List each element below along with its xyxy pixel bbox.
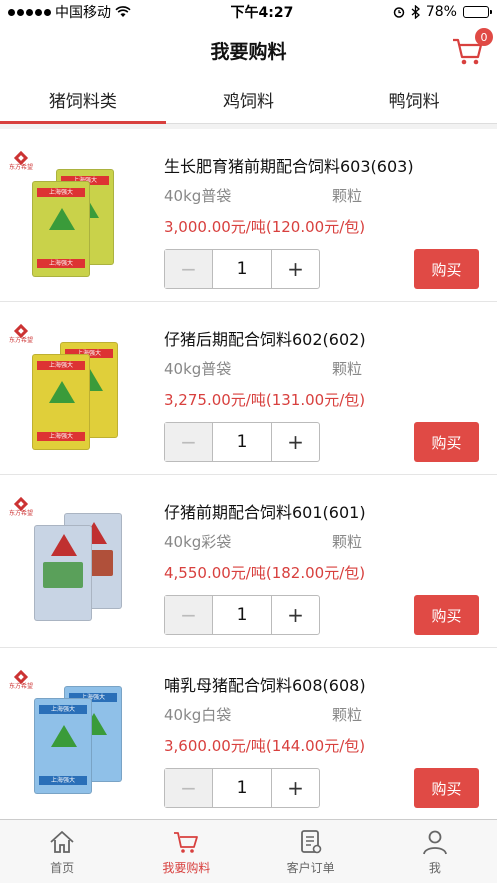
brand-logo: 东方希望 xyxy=(8,496,34,517)
buy-button[interactable]: 购买 xyxy=(414,249,479,289)
cart-icon xyxy=(174,831,199,853)
product-info: 生长肥育猪前期配合饲料603(603) 40kg普袋 颗粒 3,000.00元/… xyxy=(164,129,479,301)
quantity-input[interactable]: 1 xyxy=(213,423,271,461)
product-spec: 40kg彩袋 xyxy=(164,533,232,551)
tab-chicken-feed[interactable]: 鸡饲料 xyxy=(166,76,332,123)
product-spec: 40kg普袋 xyxy=(164,187,232,205)
status-left: 中国移动 xyxy=(8,2,131,22)
product-info: 仔猪后期配合饲料602(602) 40kg普袋 颗粒 3,275.00元/吨(1… xyxy=(164,302,479,474)
product-card: 东方希望 仔猪前期配合饲料601(601) 40kg彩袋 颗粒 4,550.00… xyxy=(0,475,497,648)
tabbar-orders[interactable]: 客户订单 xyxy=(249,820,373,883)
status-right: 78% xyxy=(393,4,492,20)
alarm-icon xyxy=(393,7,405,18)
product-form: 颗粒 xyxy=(332,187,363,205)
increase-button[interactable]: + xyxy=(271,423,319,461)
product-form: 颗粒 xyxy=(332,706,363,724)
bottom-tab-bar: 首页 我要购料 客户订单 我 xyxy=(0,819,497,883)
nav-bar: 我要购料 0 xyxy=(0,24,497,76)
tabbar-me-label: 我 xyxy=(428,860,441,875)
product-image[interactable]: 东方希望 上海强大 上海强大上海强大 xyxy=(8,323,136,454)
tabbar-purchase-label: 我要购料 xyxy=(162,860,211,875)
product-spec: 40kg普袋 xyxy=(164,360,232,378)
bluetooth-icon xyxy=(411,5,420,19)
buy-button[interactable]: 购买 xyxy=(414,595,479,635)
product-card: 东方希望 上海强大 上海强大 上海强大 仔猪后期配合饲料602(602) 40kg… xyxy=(0,302,497,475)
tab-duck-feed[interactable]: 鸭饲料 xyxy=(331,76,497,123)
carrier-label: 中国移动 xyxy=(55,5,111,21)
product-form: 颗粒 xyxy=(332,360,363,378)
tabbar-me[interactable]: 我 xyxy=(373,820,497,883)
quantity-input[interactable]: 1 xyxy=(213,769,271,807)
quantity-input[interactable]: 1 xyxy=(213,250,271,288)
product-title[interactable]: 哺乳母猪配合饲料608(608) xyxy=(164,672,366,696)
decrease-button[interactable]: − xyxy=(165,423,213,461)
wifi-icon xyxy=(115,6,131,17)
battery-percent: 78% xyxy=(425,4,457,20)
decrease-button[interactable]: − xyxy=(165,596,213,634)
tab-pig-feed[interactable]: 猪饲料类 xyxy=(0,76,166,124)
feed-bag-front xyxy=(34,525,92,621)
feed-bag-front: 上海强大 上海强大 xyxy=(32,354,90,450)
product-image[interactable]: 东方希望 xyxy=(8,496,136,627)
feed-bag-front: 上海强大 上海强大 xyxy=(32,181,90,277)
product-info: 哺乳母猪配合饲料608(608) 40kg白袋 颗粒 3,600.00元/吨(1… xyxy=(164,648,479,819)
increase-button[interactable]: + xyxy=(271,250,319,288)
product-form: 颗粒 xyxy=(332,533,363,551)
brand-logo: 东方希望 xyxy=(8,323,34,344)
quantity-stepper: − 1 + xyxy=(164,768,320,808)
page-title: 我要购料 xyxy=(210,40,287,63)
increase-button[interactable]: + xyxy=(271,596,319,634)
product-title[interactable]: 生长肥育猪前期配合饲料603(603) xyxy=(164,153,414,177)
quantity-stepper: − 1 + xyxy=(164,595,320,635)
brand-logo: 东方希望 xyxy=(8,150,34,171)
decrease-button[interactable]: − xyxy=(165,250,213,288)
product-image[interactable]: 东方希望 上海强大 上海强大上海强大 xyxy=(8,669,136,800)
product-title[interactable]: 仔猪前期配合饲料601(601) xyxy=(164,499,366,523)
product-spec: 40kg白袋 xyxy=(164,706,232,724)
product-title[interactable]: 仔猪后期配合饲料602(602) xyxy=(164,326,366,350)
cart-button[interactable]: 0 xyxy=(451,28,493,70)
product-price: 3,275.00元/吨(131.00元/包) xyxy=(164,391,366,409)
product-list: 东方希望 上海强大 上海强大上海强大 生长肥育猪前期配合饲料603(603) 4… xyxy=(0,124,497,819)
tabbar-home[interactable]: 首页 xyxy=(0,820,124,883)
tabbar-purchase[interactable]: 我要购料 xyxy=(124,820,248,883)
quantity-stepper: − 1 + xyxy=(164,249,320,289)
quantity-input[interactable]: 1 xyxy=(213,596,271,634)
tabbar-orders-label: 客户订单 xyxy=(286,860,335,875)
battery-icon xyxy=(462,6,492,18)
home-icon xyxy=(50,830,74,853)
cart-badge: 0 xyxy=(475,28,493,46)
status-bar: 中国移动 下午4:27 78% xyxy=(0,0,497,24)
signal-icon xyxy=(8,8,51,16)
quantity-stepper: − 1 + xyxy=(164,422,320,462)
product-info: 仔猪前期配合饲料601(601) 40kg彩袋 颗粒 4,550.00元/吨(1… xyxy=(164,475,479,647)
user-icon xyxy=(422,830,447,854)
product-price: 4,550.00元/吨(182.00元/包) xyxy=(164,564,366,582)
buy-button[interactable]: 购买 xyxy=(414,768,479,808)
category-tabs: 猪饲料类 鸡饲料 鸭饲料 xyxy=(0,76,497,124)
buy-button[interactable]: 购买 xyxy=(414,422,479,462)
product-price: 3,000.00元/吨(120.00元/包) xyxy=(164,218,366,236)
product-card: 东方希望 上海强大 上海强大 上海强大 哺乳母猪配合饲料608(608) 40kg… xyxy=(0,648,497,819)
brand-logo: 东方希望 xyxy=(8,669,34,690)
product-card: 东方希望 上海强大 上海强大上海强大 生长肥育猪前期配合饲料603(603) 4… xyxy=(0,124,497,302)
increase-button[interactable]: + xyxy=(271,769,319,807)
product-image[interactable]: 东方希望 上海强大 上海强大上海强大 xyxy=(8,150,136,281)
tabbar-home-label: 首页 xyxy=(50,860,75,875)
feed-bag-front: 上海强大 上海强大 xyxy=(34,698,92,794)
product-price: 3,600.00元/吨(144.00元/包) xyxy=(164,737,366,755)
order-icon xyxy=(300,829,321,853)
status-time: 下午4:27 xyxy=(230,5,294,21)
decrease-button[interactable]: − xyxy=(165,769,213,807)
